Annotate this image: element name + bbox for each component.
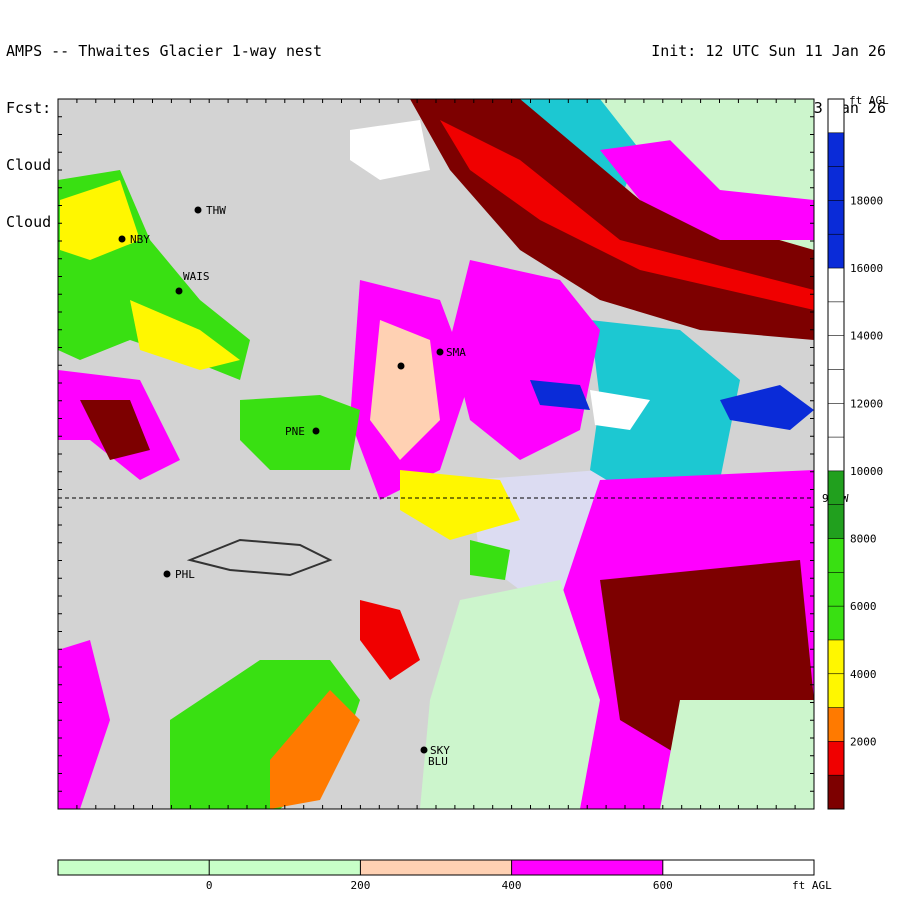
right-colorbar-segment bbox=[828, 99, 844, 134]
right-colorbar-unit: ft AGL bbox=[849, 94, 889, 107]
right-colorbar-segment bbox=[828, 775, 844, 810]
right-colorbar: 18000 16000 14000 12000 10000 8000 6000 4000 200… bbox=[827, 98, 883, 810]
right-colorbar-segment bbox=[828, 132, 844, 168]
right-colorbar-tick-label: 18000 bbox=[850, 194, 883, 207]
right-colorbar-segment bbox=[828, 369, 844, 404]
right-colorbar-segment bbox=[828, 335, 844, 370]
right-colorbar-segment bbox=[828, 538, 844, 573]
right-colorbar-segment bbox=[828, 572, 844, 607]
right-colorbar-segment bbox=[828, 200, 844, 235]
right-colorbar-segment bbox=[828, 606, 844, 641]
station-blu-label: BLU bbox=[428, 755, 448, 768]
right-colorbar-segment bbox=[828, 301, 844, 337]
svg-text:PNE: PNE bbox=[285, 425, 305, 438]
svg-text:THW: THW bbox=[206, 204, 226, 217]
right-colorbar-segment bbox=[828, 707, 844, 742]
right-colorbar-tick-label: 6000 bbox=[850, 600, 877, 613]
right-colorbar-segment bbox=[828, 470, 844, 506]
bottom-colorbar-segment bbox=[209, 860, 361, 875]
right-colorbar-tick-label: 16000 bbox=[850, 262, 883, 275]
right-colorbar-segment bbox=[828, 403, 844, 438]
map-panel: THW NBY WAIS SMA PNE PHL SKY BLU bbox=[58, 99, 814, 809]
right-colorbar-segment bbox=[828, 673, 844, 709]
bottom-colorbar-unit: ft AGL bbox=[792, 879, 832, 892]
right-colorbar-tick-label: 14000 bbox=[850, 330, 883, 343]
right-colorbar-segment bbox=[828, 268, 844, 303]
right-colorbar-tick-label: 12000 bbox=[850, 397, 883, 410]
bottom-colorbar-tick-label: 400 bbox=[502, 879, 522, 892]
bottom-colorbar-segment bbox=[360, 860, 513, 875]
cloud-region-green-se bbox=[660, 700, 814, 809]
bottom-colorbar-tick-label: 200 bbox=[350, 879, 370, 892]
svg-text:NBY: NBY bbox=[130, 233, 150, 246]
bottom-colorbar-segment bbox=[511, 860, 664, 875]
right-colorbar-tick-label: 10000 bbox=[850, 465, 883, 478]
map-figure: THW NBY WAIS SMA PNE PHL SKY BLU 90 W 18… bbox=[57, 94, 889, 892]
svg-text:WAIS: WAIS bbox=[183, 270, 210, 283]
right-colorbar-segment bbox=[828, 234, 844, 269]
station-unlabeled bbox=[397, 362, 405, 370]
right-colorbar-segment bbox=[828, 639, 844, 675]
svg-text:PHL: PHL bbox=[175, 568, 195, 581]
svg-text:SMA: SMA bbox=[446, 346, 466, 359]
bottom-colorbar-segment bbox=[58, 860, 210, 875]
bottom-colorbar-segment bbox=[662, 860, 815, 875]
right-colorbar-tick-label: 4000 bbox=[850, 668, 877, 681]
bottom-colorbar-tick-label: 600 bbox=[653, 879, 673, 892]
right-colorbar-segment bbox=[828, 437, 844, 472]
right-colorbar-tick-label: 8000 bbox=[850, 533, 877, 546]
right-colorbar-tick-label: 2000 bbox=[850, 735, 877, 748]
bottom-colorbar: 0 200 400 600 bbox=[57, 859, 815, 892]
right-colorbar-segment bbox=[828, 741, 844, 776]
bottom-colorbar-tick-label: 0 bbox=[206, 879, 213, 892]
right-colorbar-segment bbox=[828, 504, 844, 540]
right-colorbar-segment bbox=[828, 166, 844, 201]
